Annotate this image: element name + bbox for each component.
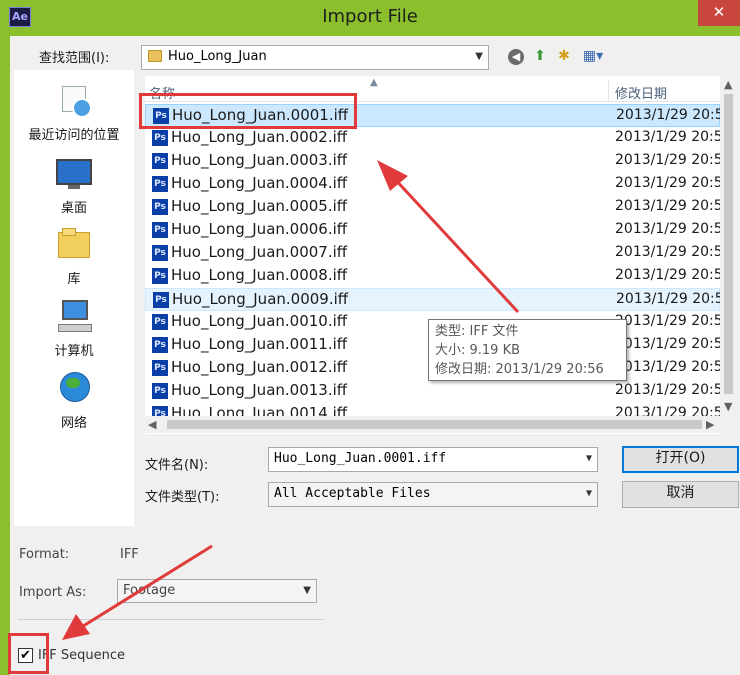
arrow-to-checkbox: [62, 544, 213, 640]
annotation-arrows: [62, 160, 520, 640]
arrow-to-first-file: [377, 160, 520, 314]
